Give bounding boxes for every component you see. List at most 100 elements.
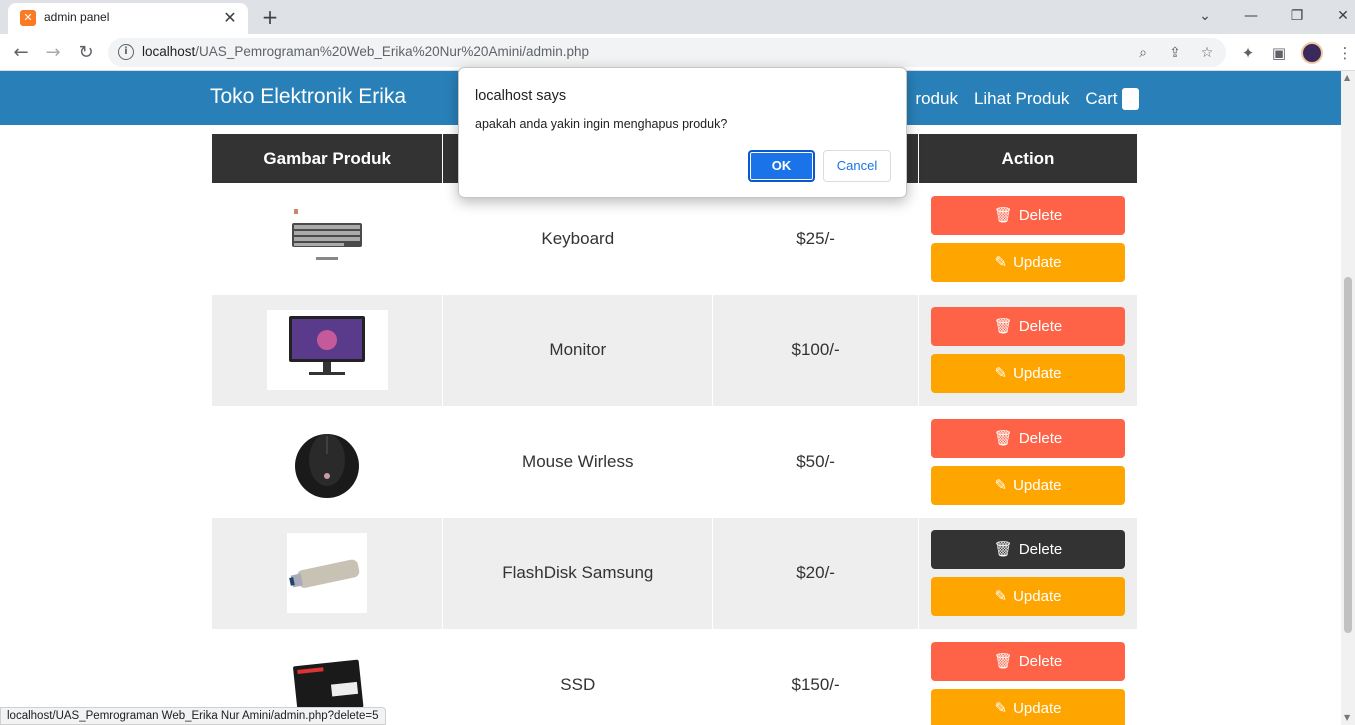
product-image-cell — [212, 183, 444, 295]
product-table: Gambar Produk Action Keyboard $25/- 🗑 De… — [212, 134, 1138, 725]
col-header-image: Gambar Produk — [212, 134, 444, 183]
col-header-action: Action — [918, 134, 1138, 183]
product-image-cell — [212, 294, 444, 406]
delete-label: Delete — [1018, 541, 1063, 559]
address-bar[interactable]: i localhost/UAS_Pemrograman%20Web_Erika%… — [108, 38, 1226, 67]
browser-toolbar: ← → ↻ i localhost/UAS_Pemrograman%20Web_… — [0, 34, 1355, 71]
product-price: $100/- — [712, 294, 919, 406]
product-name: FlashDisk Samsung — [442, 517, 714, 629]
table-row: Mouse Wirless $50/- 🗑 Delete ✎ Update — [212, 406, 1138, 518]
extensions-icon[interactable]: ✦ — [1236, 41, 1260, 65]
update-label: Update — [1013, 365, 1062, 383]
product-name: Monitor — [442, 294, 714, 406]
bookmark-star-icon[interactable]: ☆ — [1196, 42, 1218, 64]
main-nav: roduk Lihat Produk Cart 2 — [915, 88, 1139, 110]
nav-lihat-produk[interactable]: Lihat Produk — [974, 89, 1069, 109]
update-button[interactable]: ✎ Update — [931, 354, 1125, 394]
trash-icon: 🗑 — [993, 652, 1013, 670]
tab-close-icon[interactable]: ✕ — [220, 8, 240, 28]
product-name: SSD — [442, 629, 714, 725]
delete-button[interactable]: 🗑 Delete — [931, 641, 1125, 681]
back-icon[interactable]: ← — [8, 40, 34, 66]
delete-button-hover[interactable]: 🗑 Delete — [931, 530, 1125, 570]
tab-title: admin panel — [44, 10, 110, 24]
mouse-image — [287, 421, 368, 502]
table-row: Monitor $100/- 🗑 Delete ✎ Update — [212, 294, 1138, 406]
flashdisk-image — [287, 533, 368, 614]
action-cell: 🗑 Delete ✎ Update — [918, 294, 1138, 406]
product-price: $20/- — [712, 517, 919, 629]
product-image-cell — [212, 406, 444, 518]
trash-icon: 🗑 — [993, 541, 1013, 559]
brand-logo[interactable]: Toko Elektronik Erika — [210, 85, 406, 109]
menu-kebab-icon[interactable]: ⋮ — [1333, 41, 1355, 65]
url-host: localhost — [142, 44, 196, 59]
forward-icon[interactable]: → — [40, 40, 66, 66]
keyboard-image — [267, 198, 388, 279]
side-panel-icon[interactable]: ▣ — [1267, 41, 1291, 65]
dialog-ok-button[interactable]: OK — [748, 150, 815, 182]
dialog-cancel-button[interactable]: Cancel — [823, 150, 891, 182]
action-cell: 🗑 Delete ✎ Update — [918, 629, 1138, 725]
delete-button[interactable]: 🗑 Delete — [931, 307, 1125, 347]
delete-label: Delete — [1018, 429, 1063, 447]
confirm-dialog: localhost says apakah anda yakin ingin m… — [458, 67, 907, 198]
trash-icon: 🗑 — [993, 318, 1013, 336]
scroll-thumb[interactable] — [1344, 277, 1352, 633]
product-price: $50/- — [712, 406, 919, 518]
update-label: Update — [1013, 253, 1062, 271]
product-image-cell — [212, 517, 444, 629]
trash-icon: 🗑 — [993, 429, 1013, 447]
delete-label: Delete — [1018, 318, 1063, 336]
close-window-icon[interactable]: ✕ — [1331, 4, 1355, 28]
status-bar-url: localhost/UAS_Pemrograman Web_Erika Nur … — [0, 707, 386, 725]
edit-icon: ✎ — [994, 365, 1008, 383]
page-scrollbar[interactable]: ▲ ▼ — [1341, 71, 1355, 725]
scroll-down-icon[interactable]: ▼ — [1344, 713, 1350, 722]
product-price: $150/- — [712, 629, 919, 725]
url-path: /UAS_Pemrograman%20Web_Erika%20Nur%20Ami… — [195, 44, 589, 59]
edit-icon: ✎ — [994, 476, 1008, 494]
monitor-image — [266, 310, 388, 391]
browser-tab[interactable]: ✕ admin panel ✕ — [8, 3, 248, 34]
tab-search-icon[interactable]: ⌄ — [1193, 4, 1217, 28]
tab-bar: ✕ admin panel ✕ + ⌄ — ❐ ✕ — [0, 0, 1355, 34]
delete-button[interactable]: 🗑 Delete — [931, 195, 1125, 235]
action-cell: 🗑 Delete ✎ Update — [918, 517, 1138, 629]
product-name: Keyboard — [442, 183, 714, 295]
profile-avatar[interactable] — [1301, 42, 1323, 64]
update-button[interactable]: ✎ Update — [931, 465, 1125, 505]
delete-button[interactable]: 🗑 Delete — [931, 418, 1125, 458]
update-label: Update — [1013, 476, 1062, 494]
zoom-icon[interactable]: ⌕ — [1132, 42, 1154, 64]
edit-icon: ✎ — [994, 253, 1008, 271]
update-button[interactable]: ✎ Update — [931, 688, 1125, 725]
site-info-icon[interactable]: i — [118, 44, 134, 60]
url-text[interactable]: localhost/UAS_Pemrograman%20Web_Erika%20… — [142, 44, 589, 59]
product-price: $25/- — [712, 183, 919, 295]
cart-count-badge: 2 — [1121, 88, 1139, 110]
dialog-message: apakah anda yakin ingin menghapus produk… — [475, 117, 728, 131]
action-cell: 🗑 Delete ✎ Update — [918, 406, 1138, 518]
dialog-title: localhost says — [475, 88, 567, 104]
delete-label: Delete — [1018, 206, 1063, 224]
delete-label: Delete — [1018, 652, 1063, 670]
update-button[interactable]: ✎ Update — [931, 577, 1125, 617]
product-name: Mouse Wirless — [442, 406, 714, 518]
update-label: Update — [1013, 588, 1062, 606]
share-icon[interactable]: ⇪ — [1164, 42, 1186, 64]
xampp-favicon-icon: ✕ — [20, 10, 36, 26]
nav-tambah-produk[interactable]: roduk — [915, 89, 958, 109]
new-tab-icon[interactable]: + — [258, 5, 282, 29]
table-row: FlashDisk Samsung $20/- 🗑 Delete ✎ Update — [212, 517, 1138, 629]
update-button[interactable]: ✎ Update — [931, 242, 1125, 282]
reload-icon[interactable]: ↻ — [73, 40, 99, 66]
cart-label: Cart — [1085, 89, 1118, 108]
restore-icon[interactable]: ❐ — [1285, 4, 1309, 28]
edit-icon: ✎ — [994, 588, 1008, 606]
action-cell: 🗑 Delete ✎ Update — [918, 183, 1138, 295]
nav-cart[interactable]: Cart 2 — [1085, 88, 1139, 110]
table-row: Keyboard $25/- 🗑 Delete ✎ Update — [212, 183, 1138, 295]
minimize-icon[interactable]: — — [1239, 4, 1263, 28]
scroll-up-icon[interactable]: ▲ — [1344, 73, 1350, 82]
